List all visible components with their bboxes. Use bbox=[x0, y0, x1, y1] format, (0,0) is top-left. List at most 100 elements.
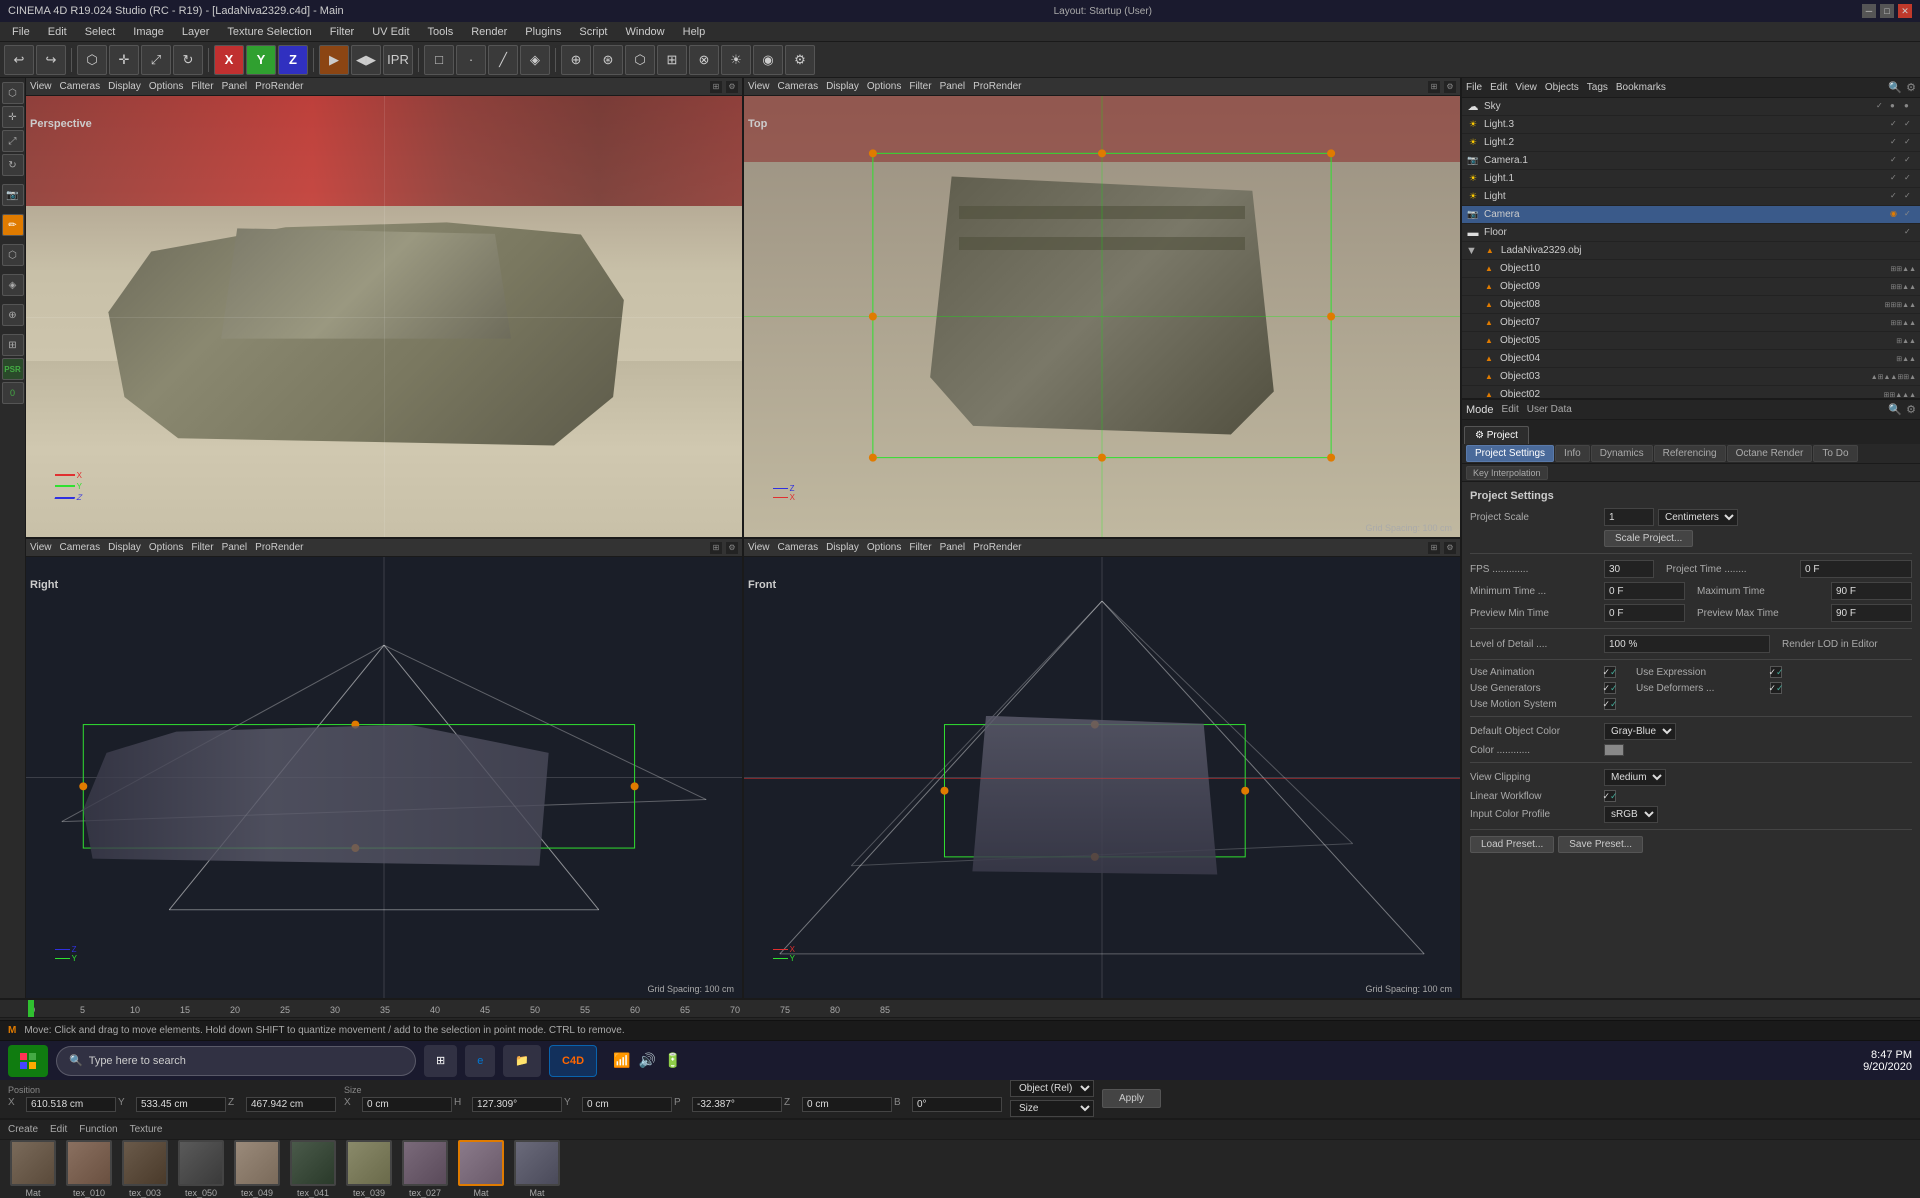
use-generators-checkbox[interactable]: ✓ bbox=[1604, 682, 1616, 694]
ladaniva-obj-expand[interactable]: ▼ bbox=[1466, 245, 1477, 257]
pt-mode-button[interactable]: · bbox=[456, 45, 486, 75]
coord-button[interactable]: ⬡ bbox=[625, 45, 655, 75]
vp-right-filter[interactable]: Filter bbox=[191, 542, 213, 553]
vp-front-view[interactable]: View bbox=[748, 542, 770, 553]
obj-ref-select[interactable]: Object (Rel) World bbox=[1010, 1080, 1094, 1097]
vp-perspective-filter[interactable]: Filter bbox=[191, 81, 213, 92]
mat-swatch-3[interactable]: tex_050 bbox=[176, 1140, 226, 1198]
obj-row-obj05[interactable]: ▲ Object05 ⊞▲▲ bbox=[1462, 332, 1920, 350]
view-clipping-select[interactable]: Medium Near Far bbox=[1604, 769, 1666, 786]
mat-swatch-4[interactable]: tex_049 bbox=[232, 1140, 282, 1198]
mat-header-function[interactable]: Function bbox=[79, 1124, 117, 1135]
taskbar-datetime[interactable]: 8:47 PM 9/20/2020 bbox=[1863, 1049, 1912, 1073]
obj-row-sky[interactable]: ☁ Sky ✓ ● ● bbox=[1462, 98, 1920, 116]
use-expression-checkbox[interactable]: ✓ bbox=[1770, 666, 1782, 678]
use-deformers-checkbox[interactable]: ✓ bbox=[1770, 682, 1782, 694]
tool-subdivision[interactable]: ⬡ bbox=[2, 244, 24, 266]
obj-x-button[interactable]: X bbox=[214, 45, 244, 75]
scale-button[interactable]: ⤢ bbox=[141, 45, 171, 75]
tab-project[interactable]: ⚙ Project bbox=[1464, 426, 1529, 444]
mat-swatch-2[interactable]: tex_003 bbox=[120, 1140, 170, 1198]
vp-top-filter[interactable]: Filter bbox=[909, 81, 931, 92]
size-y-input[interactable] bbox=[582, 1097, 672, 1112]
obj-row-light2[interactable]: ☀ Light.2 ✓ ✓ bbox=[1462, 134, 1920, 152]
menu-texture-selection[interactable]: Texture Selection bbox=[219, 24, 319, 40]
vp-right-options[interactable]: Options bbox=[149, 542, 183, 553]
minimize-button[interactable]: ─ bbox=[1862, 4, 1876, 18]
taskbar-network-icon[interactable]: 📶 bbox=[613, 1052, 630, 1069]
mat-swatch-9[interactable]: Mat bbox=[512, 1140, 562, 1198]
vp-front-settings[interactable]: ⚙ bbox=[1444, 542, 1456, 554]
props-search-icon[interactable]: 🔍 bbox=[1888, 403, 1902, 416]
preview-min-input[interactable] bbox=[1604, 604, 1685, 622]
obj-header-view[interactable]: View bbox=[1515, 82, 1537, 93]
obj-row-camera[interactable]: 📷 Camera ◉ ✓ bbox=[1462, 206, 1920, 224]
mat-swatch-1[interactable]: tex_010 bbox=[64, 1140, 114, 1198]
obj-header-edit[interactable]: Edit bbox=[1490, 82, 1507, 93]
obj-row-camera1[interactable]: 📷 Camera.1 ✓ ✓ bbox=[1462, 152, 1920, 170]
obj-header-file[interactable]: File bbox=[1466, 82, 1482, 93]
obj-header-objects[interactable]: Objects bbox=[1545, 82, 1579, 93]
lod-input[interactable] bbox=[1604, 635, 1770, 653]
color-swatch[interactable] bbox=[1604, 744, 1624, 756]
size-mode-select[interactable]: Size Scale bbox=[1010, 1100, 1094, 1117]
obj-mode-button[interactable]: □ bbox=[424, 45, 454, 75]
mat-header-texture[interactable]: Texture bbox=[130, 1124, 163, 1135]
vp-front-expand[interactable]: ⊞ bbox=[1428, 542, 1440, 554]
subtab-octane-render[interactable]: Octane Render bbox=[1727, 445, 1813, 462]
subtab-info[interactable]: Info bbox=[1555, 445, 1590, 462]
subtab-dynamics[interactable]: Dynamics bbox=[1591, 445, 1653, 462]
menu-tools[interactable]: Tools bbox=[420, 24, 462, 40]
tool-psr[interactable]: ⊞ bbox=[2, 334, 24, 356]
viewport-perspective-canvas[interactable]: Perspective X bbox=[26, 96, 742, 537]
tool-boole[interactable]: ⊕ bbox=[2, 304, 24, 326]
vp-top-panel[interactable]: Panel bbox=[940, 81, 966, 92]
mat-swatch-7[interactable]: tex_027 bbox=[400, 1140, 450, 1198]
axis-button[interactable]: ⊛ bbox=[593, 45, 623, 75]
vp-perspective-expand[interactable]: ⊞ bbox=[710, 81, 722, 93]
vp-top-display[interactable]: Display bbox=[826, 81, 859, 92]
vp-top-expand[interactable]: ⊞ bbox=[1428, 81, 1440, 93]
vp-perspective-view[interactable]: View bbox=[30, 81, 52, 92]
tool-select[interactable]: ⬡ bbox=[2, 82, 24, 104]
poly-mode-button[interactable]: ◈ bbox=[520, 45, 550, 75]
vp-front-display[interactable]: Display bbox=[826, 542, 859, 553]
props-userdata-btn[interactable]: User Data bbox=[1527, 404, 1572, 415]
obj-row-ladaniva-obj[interactable]: ▼ ▲ LadaNiva2329.obj bbox=[1462, 242, 1920, 260]
preview-max-input[interactable] bbox=[1831, 604, 1912, 622]
load-preset-button[interactable]: Load Preset... bbox=[1470, 836, 1554, 853]
obj-header-tags[interactable]: Tags bbox=[1587, 82, 1608, 93]
scale-project-button[interactable]: Scale Project... bbox=[1604, 530, 1693, 547]
project-scale-unit-select[interactable]: Centimeters Meters Millimeters bbox=[1658, 509, 1738, 526]
obj-row-obj07[interactable]: ▲ Object07 ⊞⊞▲▲ bbox=[1462, 314, 1920, 332]
menu-plugins[interactable]: Plugins bbox=[517, 24, 569, 40]
tool-move[interactable]: ✛ bbox=[2, 106, 24, 128]
undo-button[interactable]: ↩ bbox=[4, 45, 34, 75]
vp-top-settings[interactable]: ⚙ bbox=[1444, 81, 1456, 93]
tool-scale[interactable]: ⤢ bbox=[2, 130, 24, 152]
menu-filter[interactable]: Filter bbox=[322, 24, 362, 40]
size-b-input[interactable] bbox=[912, 1097, 1002, 1112]
vp-perspective-cameras[interactable]: Cameras bbox=[60, 81, 101, 92]
viewport-front[interactable]: View Cameras Display Options Filter Pane… bbox=[744, 539, 1460, 998]
vp-right-panel[interactable]: Panel bbox=[222, 542, 248, 553]
maximize-button[interactable]: □ bbox=[1880, 4, 1894, 18]
project-time-input[interactable] bbox=[1800, 560, 1912, 578]
vp-front-filter[interactable]: Filter bbox=[909, 542, 931, 553]
obj-row-light3[interactable]: ☀ Light.3 ✓ ✓ bbox=[1462, 116, 1920, 134]
camera2-button[interactable]: ⊗ bbox=[689, 45, 719, 75]
mat-swatch-5[interactable]: tex_041 bbox=[288, 1140, 338, 1198]
default-color-select[interactable]: Gray-Blue White Custom bbox=[1604, 723, 1676, 740]
obj-row-obj10[interactable]: ▲ Object10 ⊞⊞▲▲ bbox=[1462, 260, 1920, 278]
taskbar-search-box[interactable]: 🔍 Type here to search bbox=[56, 1046, 416, 1076]
tool-rotate[interactable]: ↻ bbox=[2, 154, 24, 176]
viewport-perspective[interactable]: View Cameras Display Options Filter Pane… bbox=[26, 78, 742, 537]
vp-front-panel[interactable]: Panel bbox=[940, 542, 966, 553]
viewport-top-canvas[interactable]: Top bbox=[744, 96, 1460, 537]
vp-perspective-panel[interactable]: Panel bbox=[222, 81, 248, 92]
snap-button[interactable]: ⊕ bbox=[561, 45, 591, 75]
render-active-button[interactable]: ▶ bbox=[319, 45, 349, 75]
input-color-profile-select[interactable]: sRGB Linear bbox=[1604, 806, 1658, 823]
viewport-top[interactable]: View Cameras Display Options Filter Pane… bbox=[744, 78, 1460, 537]
move-button[interactable]: ✛ bbox=[109, 45, 139, 75]
